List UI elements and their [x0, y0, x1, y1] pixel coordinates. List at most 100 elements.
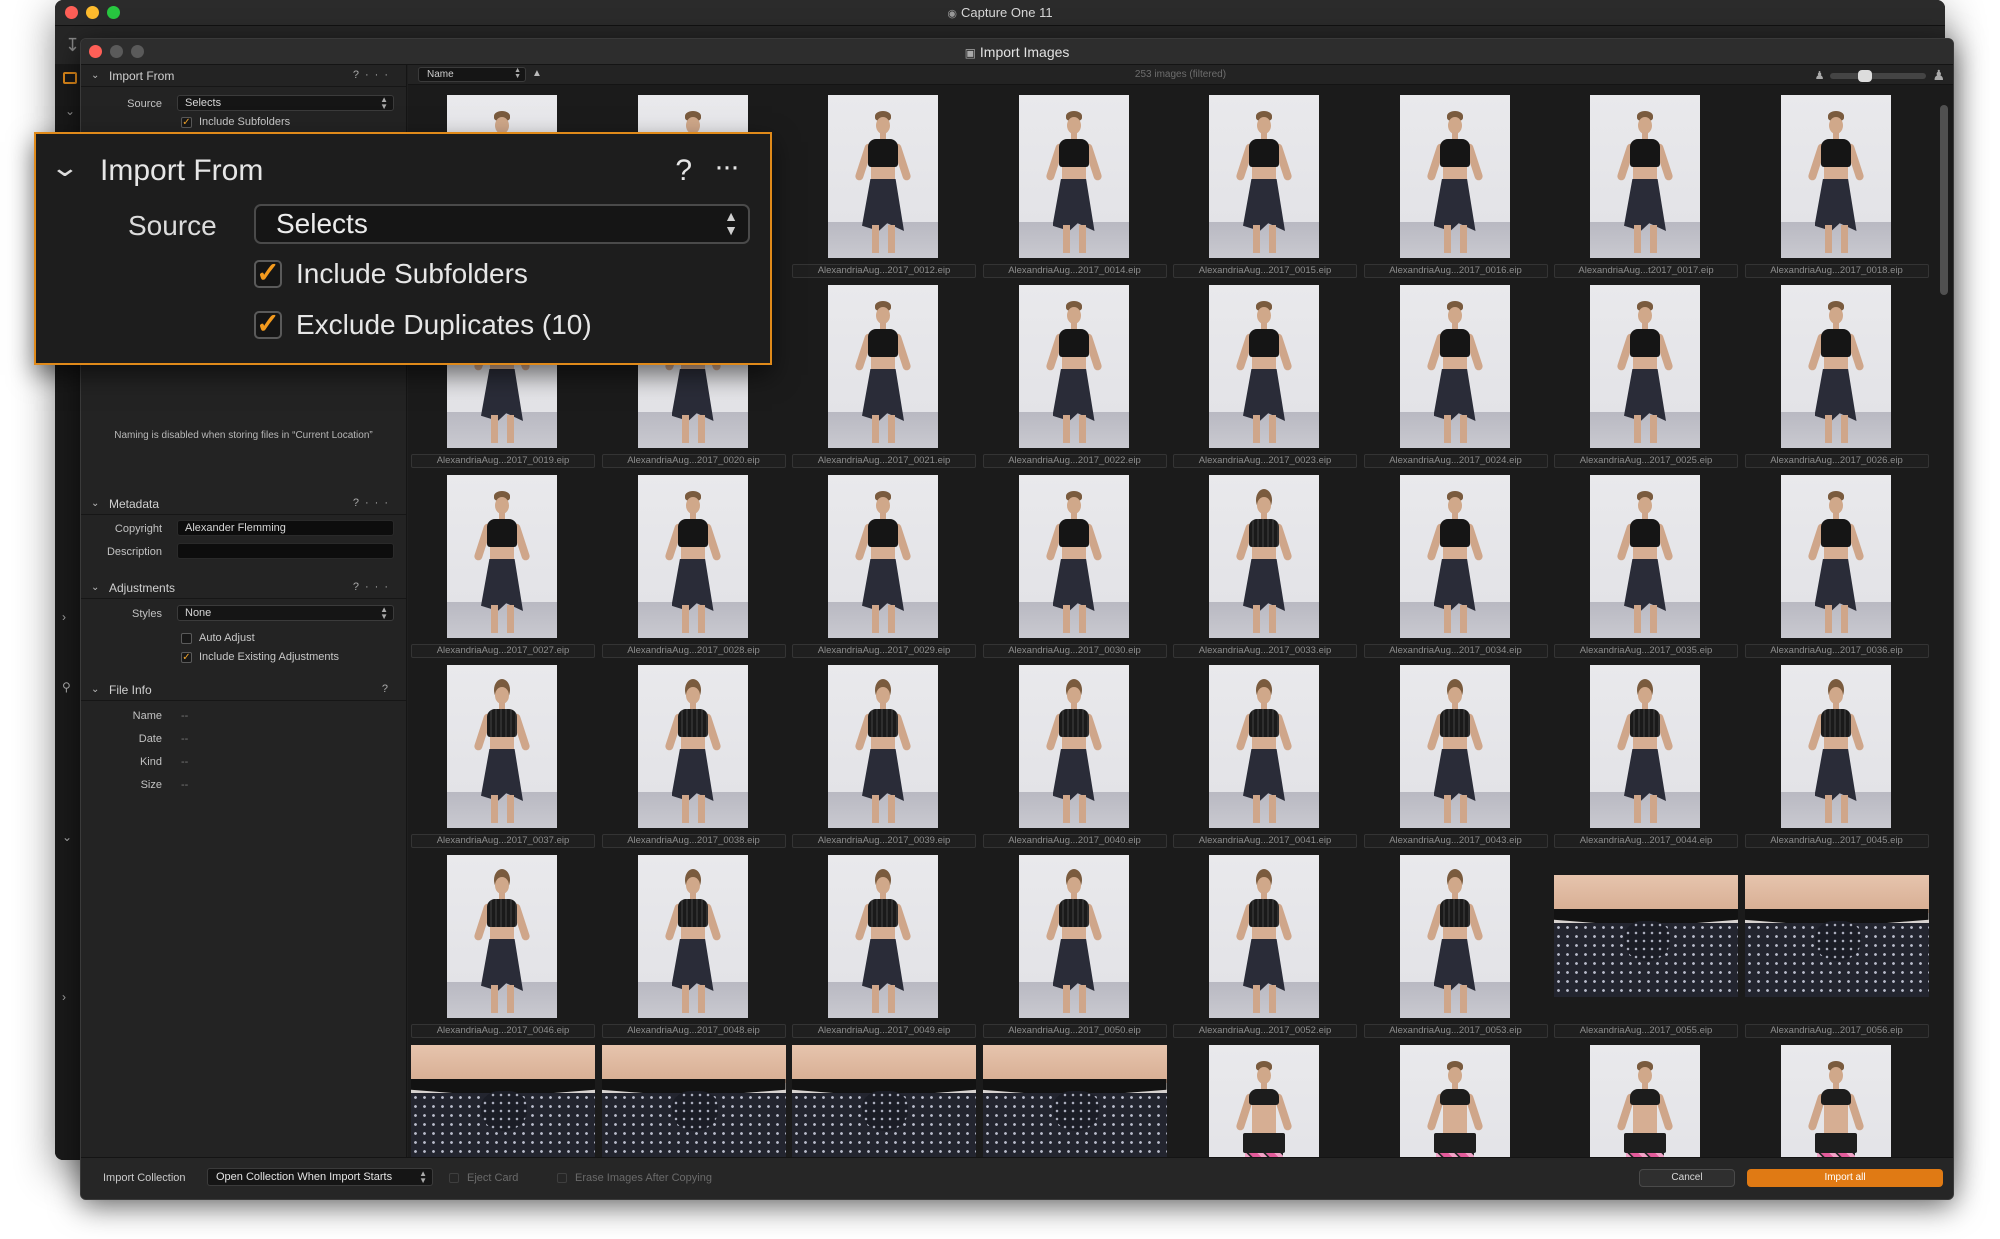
updown-icon: ▲ ▼ — [419, 1169, 427, 1185]
thumbnail-cell[interactable] — [599, 1037, 789, 1157]
help-icon[interactable]: ? — [675, 154, 692, 188]
thumbnail-cell[interactable]: AlexandriaAug...2017_0016.eip — [1361, 87, 1551, 278]
thumbnail-image — [1209, 475, 1319, 638]
thumbnail-cell[interactable]: AlexandriaAug...2017_0018.eip — [1742, 87, 1932, 278]
more-icon[interactable]: ··· — [714, 150, 740, 184]
thumbnail-cell[interactable]: AlexandriaAug...2017_0044.eip — [1551, 657, 1741, 848]
help-icon[interactable]: ? — [382, 683, 394, 695]
callout-source-select[interactable]: Selects ▲ ▼ — [254, 204, 750, 244]
thumbnail-cell[interactable]: AlexandriaAug...2017_0028.eip — [599, 467, 789, 658]
slider-knob[interactable] — [1858, 69, 1873, 82]
thumbnail-cell[interactable]: AlexandriaAug...2017_0021.eip — [789, 277, 979, 468]
thumbnail-image — [1590, 1045, 1700, 1157]
chevron-down-icon[interactable]: ⌄ — [91, 684, 103, 695]
person-small-icon[interactable]: ♟ — [1815, 69, 1825, 82]
thumbnail-cell[interactable]: AlexandriaAug...2017_0024.eip — [1361, 277, 1551, 468]
file-info-header[interactable]: ⌄ File Info ? — [81, 679, 406, 701]
thumbnail-cell[interactable]: AlexandriaAug...2017_0039.eip — [789, 657, 979, 848]
thumbnail-cell[interactable]: AlexandriaAug...2017_0037.eip — [408, 657, 598, 848]
import-collection-select[interactable]: Open Collection When Import Starts ▲ ▼ — [207, 1168, 433, 1186]
thumbnail-cell[interactable]: AlexandriaAug...2017_0023.eip — [1170, 277, 1360, 468]
thumbnail-cell[interactable]: AlexandriaAug...2017_0030.eip — [980, 467, 1170, 658]
include-existing-adjustments-checkbox[interactable]: ✓ — [181, 652, 192, 663]
thumbnail-cell[interactable]: AlexandriaAug...2017_0052.eip — [1170, 847, 1360, 1038]
erase-images-checkbox[interactable] — [557, 1173, 567, 1183]
thumbnail-caption: AlexandriaAug...2017_0036.eip — [1744, 644, 1929, 658]
chevron-down-icon[interactable]: ⌄ — [50, 152, 81, 183]
thumbnail-cell[interactable] — [1742, 1037, 1932, 1157]
chevron-down-icon[interactable]: ⌄ — [91, 70, 103, 81]
thumbnail-cell[interactable]: AlexandriaAug...2017_0022.eip — [980, 277, 1170, 468]
thumbnail-image — [1590, 475, 1700, 638]
thumbnail-image — [1590, 665, 1700, 828]
thumbnail-cell[interactable]: AlexandriaAug...2017_0025.eip — [1551, 277, 1741, 468]
help-icon[interactable]: ? — [353, 581, 365, 593]
more-icon[interactable]: ··· — [365, 497, 394, 509]
include-subfolders-checkbox[interactable]: ✓ — [181, 117, 192, 128]
description-field[interactable] — [177, 543, 394, 559]
thumbnail-cell[interactable]: AlexandriaAug...2017_0027.eip — [408, 467, 598, 658]
thumbnail-cell[interactable]: AlexandriaAug...2017_0048.eip — [599, 847, 789, 1038]
thumbnail-cell[interactable]: AlexandriaAug...2017_0046.eip — [408, 847, 598, 1038]
thumbnail-cell[interactable] — [408, 1037, 598, 1157]
thumbnail-cell[interactable]: AlexandriaAug...2017_0050.eip — [980, 847, 1170, 1038]
styles-label: Styles — [132, 608, 162, 620]
thumbnail-size-slider[interactable] — [1830, 69, 1927, 82]
more-icon[interactable]: ··· — [365, 581, 394, 593]
thumbnail-cell[interactable]: AlexandriaAug...2017_0049.eip — [789, 847, 979, 1038]
thumbnail-cell[interactable]: AlexandriaAug...2017_0041.eip — [1170, 657, 1360, 848]
thumbnail-cell[interactable] — [1170, 1037, 1360, 1157]
thumbnail-cell[interactable]: AlexandriaAug...2017_0040.eip — [980, 657, 1170, 848]
more-icon[interactable]: ··· — [365, 69, 394, 81]
thumbnail-cell[interactable]: AlexandriaAug...2017_0056.eip — [1742, 847, 1932, 1038]
thumbnail-cell[interactable]: AlexandriaAug...2017_0012.eip — [789, 87, 979, 278]
thumbnail-cell[interactable]: AlexandriaAug...2017_0015.eip — [1170, 87, 1360, 278]
chevron-down-icon[interactable]: ⌄ — [91, 498, 103, 509]
adjustments-header[interactable]: ⌄ Adjustments ?··· — [81, 577, 406, 599]
thumbnail-caption: AlexandriaAug...2017_0034.eip — [1363, 644, 1548, 658]
vertical-scrollbar[interactable] — [1940, 105, 1948, 295]
thumbnail-cell[interactable]: AlexandriaAug...2017_0045.eip — [1742, 657, 1932, 848]
thumbnail-cell[interactable]: AlexandriaAug...2017_0033.eip — [1170, 467, 1360, 658]
chevron-down-icon[interactable]: ⌄ — [62, 830, 72, 844]
help-icon[interactable]: ? — [353, 497, 365, 509]
thumbnail-cell[interactable]: AlexandriaAug...2017_0038.eip — [599, 657, 789, 848]
thumbnail-cell[interactable] — [1361, 1037, 1551, 1157]
thumbnail-cell[interactable] — [1551, 1037, 1741, 1157]
thumbnail-cell[interactable]: AlexandriaAug...2017_0014.eip — [980, 87, 1170, 278]
thumbnail-cell[interactable]: AlexandriaAug...t2017_0017.eip — [1551, 87, 1741, 278]
import-all-button[interactable]: Import all — [1747, 1169, 1943, 1187]
thumbnail-cell[interactable]: AlexandriaAug...2017_0055.eip — [1551, 847, 1741, 1038]
thumbnail-cell[interactable]: AlexandriaAug...2017_0036.eip — [1742, 467, 1932, 658]
copyright-field[interactable]: Alexander Flemming — [177, 520, 394, 536]
thumbnail-caption: AlexandriaAug...2017_0025.eip — [1554, 454, 1738, 468]
cancel-button[interactable]: Cancel — [1639, 1169, 1735, 1187]
thumbnail-cell[interactable] — [980, 1037, 1170, 1157]
thumbnail-cell[interactable] — [789, 1037, 979, 1157]
callout-include-subfolders-checkbox[interactable]: ✓ — [254, 259, 282, 288]
thumbnail-cell[interactable]: AlexandriaAug...2017_0035.eip — [1551, 467, 1741, 658]
styles-select[interactable]: None ▲ ▼ — [177, 605, 394, 621]
source-select[interactable]: Selects ▲ ▼ — [177, 95, 394, 111]
auto-adjust-checkbox[interactable] — [181, 633, 192, 644]
thumbnail-cell[interactable]: AlexandriaAug...2017_0053.eip — [1361, 847, 1551, 1038]
import-from-header[interactable]: ⌄ Import From ?··· — [81, 65, 406, 87]
thumbnail-cell[interactable]: AlexandriaAug...2017_0034.eip — [1361, 467, 1551, 658]
person-large-icon[interactable]: ♟ — [1932, 67, 1945, 84]
chevron-down-icon[interactable]: ⌄ — [91, 582, 103, 593]
search-icon[interactable]: ⚲ — [62, 680, 71, 694]
thumbnail-cell[interactable]: AlexandriaAug...2017_0026.eip — [1742, 277, 1932, 468]
thumbnail-cell[interactable]: AlexandriaAug...2017_0029.eip — [789, 467, 979, 658]
chevron-right-icon[interactable]: › — [62, 990, 66, 1004]
import-icon[interactable]: ↧ — [65, 35, 80, 56]
callout-exclude-duplicates-checkbox[interactable]: ✓ — [254, 310, 282, 339]
metadata-header[interactable]: ⌄ Metadata ?··· — [81, 493, 406, 515]
thumbnail-image — [1018, 855, 1129, 1018]
eject-card-checkbox[interactable] — [449, 1173, 459, 1183]
file-info-value: -- — [181, 710, 189, 722]
help-icon[interactable]: ? — [353, 69, 365, 81]
chevron-right-icon[interactable]: › — [62, 610, 66, 624]
chevron-down-icon[interactable]: ⌄ — [65, 104, 75, 118]
thumbnail-cell[interactable]: AlexandriaAug...2017_0043.eip — [1361, 657, 1551, 848]
library-tab-icon[interactable] — [63, 72, 77, 84]
